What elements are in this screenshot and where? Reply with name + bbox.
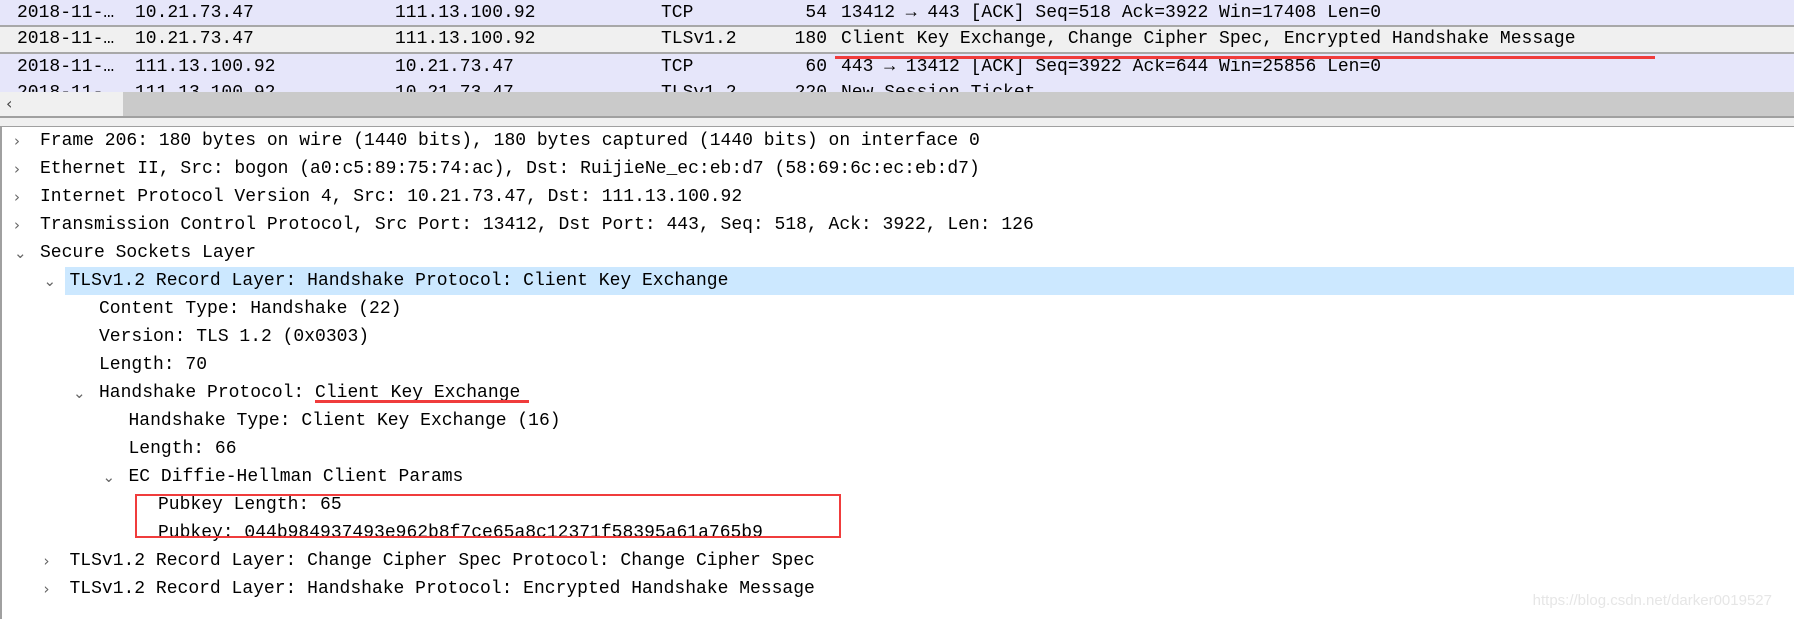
packet-time: 2018-11-… [17, 29, 115, 49]
collapse-chevron-icon[interactable]: ⌄ [103, 463, 116, 491]
packet-details-tree: › Frame 206: 180 bytes on wire (1440 bits… [0, 127, 1794, 619]
detail-text: Handshake Type: Client Key Exchange (16) [128, 411, 561, 431]
detail-text: Length: 70 [99, 355, 208, 375]
packet-time: 2018-11-… [17, 80, 114, 92]
detail-text: Content Type: Handshake (22) [99, 299, 402, 319]
detail-text: Ethernet II, Src: bogon (a0:c5:89:75:74:… [40, 159, 980, 179]
packet-source: 111.13.100.92 [135, 57, 276, 77]
expand-chevron-icon[interactable]: › [14, 155, 20, 183]
detail-line[interactable]: › Frame 206: 180 bytes on wire (1440 bits… [2, 127, 1794, 155]
detail-line[interactable]: › TLSv1.2 Record Layer: Change Cipher Spe… [2, 547, 1794, 575]
packet-protocol: TCP [661, 3, 694, 23]
detail-line[interactable]: › Ethernet II, Src: bogon (a0:c5:89:75:74… [2, 155, 1794, 183]
detail-line[interactable]: › TLSv1.2 Record Layer: Handshake Protoco… [2, 575, 1794, 603]
detail-text: Transmission Control Protocol, Src Port:… [40, 215, 1034, 235]
detail-text: EC Diffie-Hellman Client Params [128, 467, 464, 487]
expand-chevron-icon[interactable]: › [44, 547, 50, 575]
detail-text: Internet Protocol Version 4, Src: 10.21.… [40, 187, 743, 207]
detail-line[interactable]: › Transmission Control Protocol, Src Port… [2, 211, 1794, 239]
packet-row[interactable]: 2018-11-… 10.21.73.47 111.13.100.92 TCP … [0, 0, 1794, 27]
packet-row[interactable]: 2018-11-… 111.13.100.92 10.21.73.47 TLSv… [0, 80, 1794, 92]
detail-line[interactable]: Version: TLS 1.2 (0x0303) [2, 323, 1794, 351]
packet-destination: 111.13.100.92 [395, 3, 536, 23]
detail-line[interactable]: ⌄ Secure Sockets Layer [2, 239, 1794, 267]
packet-source: 10.21.73.47 [135, 29, 254, 49]
packet-destination: 10.21.73.47 [395, 80, 514, 92]
packet-length: 54 [805, 3, 827, 23]
expand-chevron-icon[interactable]: › [14, 183, 20, 211]
detail-text: Version: TLS 1.2 (0x0303) [99, 327, 370, 347]
detail-text: Frame 206: 180 bytes on wire (1440 bits)… [40, 131, 980, 151]
horizontal-scrollbar[interactable]: ‹ [0, 92, 1794, 118]
packet-info: 13412 → 443 [ACK] Seq=518 Ack=3922 Win=1… [841, 3, 1382, 23]
detail-line[interactable]: ⌄ Handshake Protocol: Client Key Exchange [2, 379, 1794, 407]
detail-text: TLSv1.2 Record Layer: Handshake Protocol… [69, 271, 729, 291]
detail-line[interactable]: Handshake Type: Client Key Exchange (16) [2, 407, 1794, 435]
packet-length: 180 [794, 29, 827, 49]
detail-line[interactable]: Length: 70 [2, 351, 1794, 379]
annotation-underline [315, 400, 529, 403]
packet-time: 2018-11-… [17, 57, 115, 77]
packet-length: 60 [805, 57, 827, 77]
packet-protocol: TCP [661, 57, 694, 77]
packet-destination: 111.13.100.92 [395, 29, 536, 49]
collapse-chevron-icon[interactable]: ⌄ [14, 239, 27, 267]
packet-list: 2018-11-… 10.21.73.47 111.13.100.92 TCP … [0, 0, 1794, 92]
expand-chevron-icon[interactable]: › [14, 211, 20, 239]
packet-row-selected[interactable]: 2018-11-… 10.21.73.47 111.13.100.92 TLSv… [0, 25, 1794, 54]
collapse-chevron-icon[interactable]: ⌄ [44, 267, 57, 295]
packet-protocol: TLSv1.2 [661, 80, 737, 92]
detail-text: TLSv1.2 Record Layer: Change Cipher Spec… [69, 551, 815, 571]
packet-time: 2018-11-… [17, 3, 115, 23]
packet-length: 220 [795, 80, 827, 92]
packet-source: 111.13.100.92 [135, 80, 275, 92]
detail-line[interactable]: Content Type: Handshake (22) [2, 295, 1794, 323]
annotation-box [135, 494, 841, 538]
expand-chevron-icon[interactable]: › [14, 127, 20, 155]
watermark: https://blog.csdn.net/darker0019527 [1532, 592, 1772, 609]
detail-line[interactable]: ⌄ EC Diffie-Hellman Client Params [2, 463, 1794, 491]
detail-line[interactable]: ⌄ TLSv1.2 Record Layer: Handshake Protoco… [44, 267, 1794, 295]
detail-line[interactable]: › Internet Protocol Version 4, Src: 10.21… [2, 183, 1794, 211]
packet-info: Client Key Exchange, Change Cipher Spec,… [841, 29, 1576, 49]
packet-destination: 10.21.73.47 [395, 57, 514, 77]
scroll-left-icon[interactable]: ‹ [0, 92, 123, 116]
detail-text: TLSv1.2 Record Layer: Handshake Protocol… [69, 579, 815, 599]
detail-text: Secure Sockets Layer [40, 243, 257, 263]
detail-text: Length: 66 [128, 439, 237, 459]
pane-splitter[interactable] [0, 118, 1794, 127]
packet-protocol: TLSv1.2 [661, 29, 737, 49]
packet-info: New Session Ticket [841, 80, 1035, 92]
packet-source: 10.21.73.47 [135, 3, 254, 23]
expand-chevron-icon[interactable]: › [44, 575, 50, 603]
collapse-chevron-icon[interactable]: ⌄ [73, 379, 86, 407]
detail-line[interactable]: Length: 66 [2, 435, 1794, 463]
annotation-underline [835, 56, 1655, 59]
